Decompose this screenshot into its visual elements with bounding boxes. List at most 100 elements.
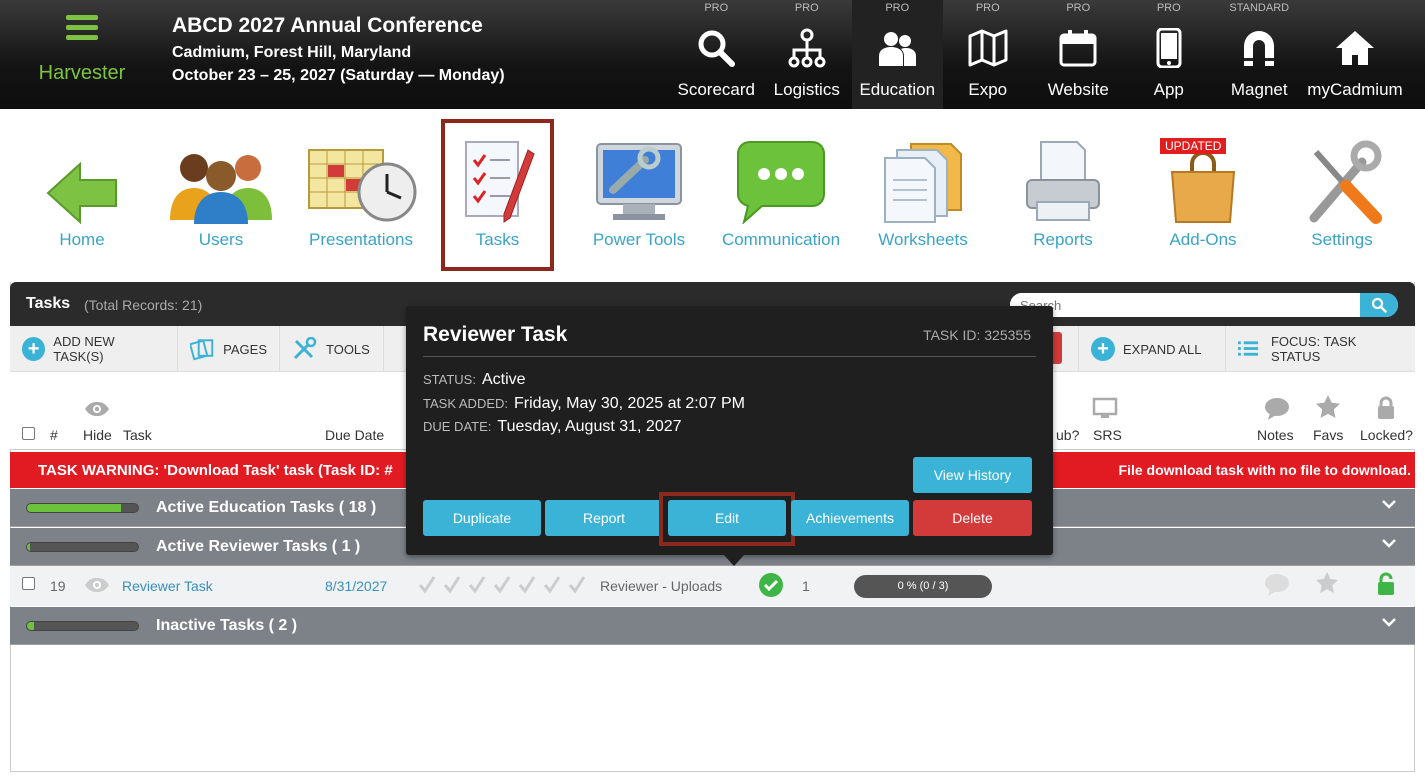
search-input[interactable] — [1010, 293, 1360, 317]
module-tier: PRO — [975, 2, 1000, 14]
tools-button[interactable]: TOOLS — [280, 326, 384, 372]
module-nav: PRO Scorecard PRO Logistics PRO Educatio… — [671, 0, 1406, 109]
module-education[interactable]: PRO Education — [852, 0, 943, 109]
task-type: Reviewer - Uploads — [600, 578, 723, 594]
column-locked[interactable]: Locked? — [1360, 427, 1413, 443]
people-icon — [879, 32, 917, 66]
select-all-checkbox[interactable] — [22, 427, 35, 440]
app-worksheets[interactable]: Worksheets — [858, 112, 988, 250]
task-link[interactable]: Reviewer Task — [122, 578, 213, 594]
achievements-button[interactable]: Achievements — [791, 500, 909, 536]
magnet-icon — [1244, 31, 1275, 66]
delete-button[interactable]: Delete — [913, 500, 1032, 536]
popover-title: Reviewer Task — [423, 323, 568, 346]
app-tasks[interactable]: Tasks — [441, 119, 554, 271]
row-checkbox[interactable] — [22, 577, 35, 590]
brand[interactable]: Harvester — [0, 0, 164, 109]
column-notes[interactable]: Notes — [1257, 427, 1294, 443]
column-hide[interactable]: Hide — [83, 427, 112, 443]
add-task-button[interactable]: + ADD NEW TASK(S) — [10, 326, 178, 372]
module-scorecard[interactable]: PRO Scorecard — [671, 0, 762, 109]
check-marks-icon — [418, 576, 586, 594]
app-label: Reports — [1033, 230, 1093, 249]
group-inactive[interactable]: Inactive Tasks ( 2 ) — [10, 607, 1415, 645]
check-circle-icon — [759, 573, 783, 597]
module-app[interactable]: PRO App — [1124, 0, 1215, 109]
unlock-icon[interactable] — [1376, 572, 1396, 596]
app-reports[interactable]: Reports — [998, 112, 1128, 250]
add-task-label: ADD NEW TASK(S) — [53, 334, 115, 364]
panel-title: Tasks — [26, 295, 71, 312]
calendar-icon — [1059, 30, 1097, 67]
module-magnet[interactable]: STANDARD Magnet — [1214, 0, 1305, 109]
module-mycadmium[interactable]: myCadmium — [1305, 0, 1406, 109]
column-srs[interactable]: SRS — [1093, 427, 1122, 443]
star-icon[interactable] — [1315, 571, 1339, 595]
eye-icon[interactable] — [84, 577, 110, 593]
popover-arrow — [724, 555, 744, 566]
warning-detail: File download task with no file to downl… — [1118, 462, 1411, 478]
brand-name: Harvester — [38, 62, 126, 84]
menu-icon[interactable] — [66, 15, 98, 41]
app-power-tools[interactable]: Power Tools — [574, 112, 704, 250]
phone-icon — [1156, 27, 1182, 69]
group-label: Active Education Tasks ( 18 ) — [156, 499, 377, 516]
conference-info: ABCD 2027 Annual Conference Cadmium, For… — [172, 14, 505, 90]
wrench-icon — [293, 337, 317, 360]
chevron-down-icon[interactable] — [1381, 497, 1397, 515]
added-value: Friday, May 30, 2025 at 2:07 PM — [514, 395, 745, 412]
app-label: Settings — [1311, 230, 1373, 249]
column-due-date[interactable]: Due Date — [325, 427, 384, 443]
group-progress-bar — [26, 503, 139, 513]
module-label: myCadmium — [1307, 80, 1403, 99]
module-tier: PRO — [704, 2, 729, 14]
group-progress-bar — [26, 542, 139, 552]
warning-text: TASK WARNING: 'Download Task' task (Task… — [38, 462, 393, 479]
app-communication[interactable]: Communication — [716, 112, 846, 250]
app-add-ons[interactable]: UPDATED Add-Ons — [1138, 112, 1268, 250]
plus-icon: + — [1091, 337, 1115, 361]
documents-icon — [884, 143, 962, 223]
schedule-icon — [308, 149, 417, 222]
view-history-button[interactable]: View History — [913, 457, 1032, 493]
module-expo[interactable]: PRO Expo — [943, 0, 1034, 109]
chevron-down-icon[interactable] — [1381, 615, 1397, 633]
group-progress-fill — [27, 622, 34, 630]
back-arrow-icon — [46, 162, 117, 224]
search-button[interactable] — [1360, 293, 1398, 317]
row-number: 19 — [50, 578, 66, 594]
module-label: Website — [1047, 80, 1109, 99]
group-label: Active Reviewer Tasks ( 1 ) — [156, 538, 361, 555]
column-task[interactable]: Task — [123, 427, 152, 443]
app-label: Tasks — [475, 230, 520, 249]
app-presentations[interactable]: Presentations — [296, 112, 426, 250]
column-published[interactable]: ub? — [1056, 427, 1079, 443]
users-icon — [170, 154, 272, 224]
app-label: Home — [59, 230, 105, 249]
focus-label: FOCUS: TASK STATUS — [1270, 334, 1357, 364]
duplicate-button[interactable]: Duplicate — [423, 500, 541, 536]
home-icon — [1336, 31, 1374, 65]
expand-all-button[interactable]: + EXPAND ALL — [1078, 326, 1226, 372]
due-field: DUE DATE: Tuesday, August 31, 2027 — [423, 418, 682, 436]
progress-pill: 0 % (0 / 3) — [854, 575, 992, 598]
app-users[interactable]: Users — [156, 112, 286, 250]
due-date-link[interactable]: 8/31/2027 — [325, 578, 387, 594]
app-home[interactable]: Home — [17, 112, 147, 250]
added-label: TASK ADDED: — [423, 396, 509, 411]
popover-divider — [423, 356, 1036, 357]
column-favs[interactable]: Favs — [1313, 427, 1343, 443]
comment-icon[interactable] — [1264, 573, 1290, 597]
app-label: Users — [198, 230, 244, 249]
focus-button[interactable]: FOCUS: TASK STATUS — [1226, 326, 1415, 372]
table-row[interactable]: 19 Reviewer Task 8/31/2027 Reviewer - Up… — [10, 566, 1415, 606]
pages-button[interactable]: PAGES — [178, 326, 280, 372]
tools-icon — [1309, 140, 1382, 224]
module-website[interactable]: PRO Website — [1033, 0, 1124, 109]
chevron-down-icon[interactable] — [1381, 536, 1397, 554]
module-logistics[interactable]: PRO Logistics — [762, 0, 853, 109]
app-settings[interactable]: Settings — [1277, 112, 1407, 250]
report-button[interactable]: Report — [545, 500, 663, 536]
column-number: # — [50, 427, 58, 443]
edit-button[interactable]: Edit — [668, 500, 786, 536]
